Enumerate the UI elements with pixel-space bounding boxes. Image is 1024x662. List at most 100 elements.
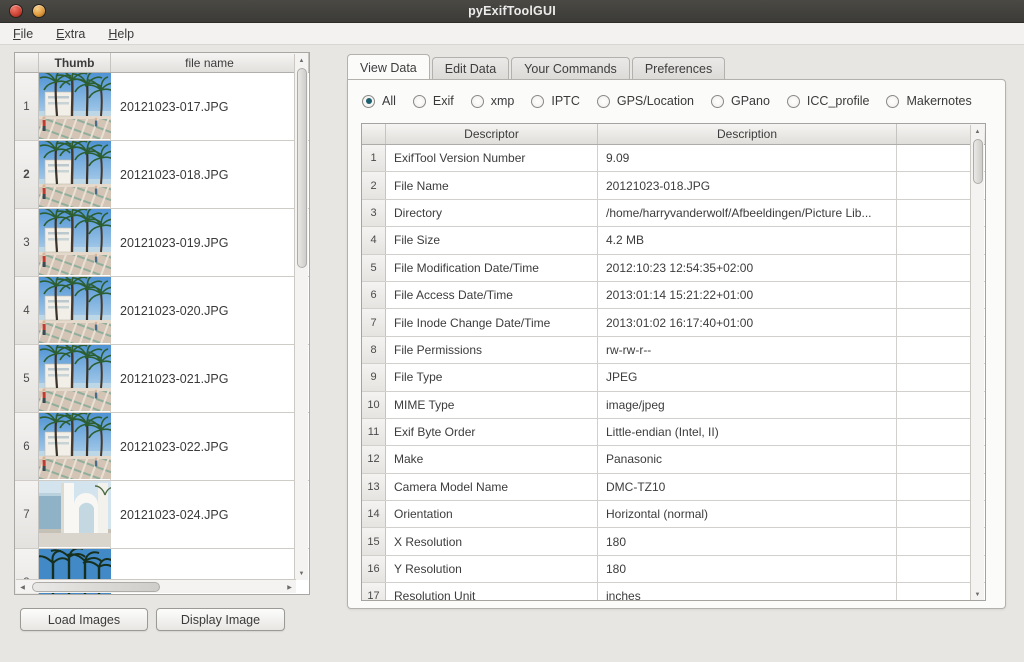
column-header-description[interactable]: Description [598,124,897,144]
radio-icon [471,95,484,108]
descriptor-cell: ExifTool Version Number [386,145,598,171]
window-title: pyExifToolGUI [0,4,1024,18]
exif-row-2[interactable]: 2 File Name 20121023-018.JPG [362,172,985,199]
header-corner [362,124,386,144]
exif-row-10[interactable]: 10 MIME Type image/jpeg [362,392,985,419]
scroll-left-icon[interactable]: ◀ [17,581,28,594]
exif-row-6[interactable]: 6 File Access Date/Time 2013:01:14 15:21… [362,282,985,309]
filename-label: 20121023-018.JPG [111,141,309,208]
radio-all[interactable]: All [362,94,396,108]
radio-gps-location[interactable]: GPS/Location [597,94,694,108]
image-row-1[interactable]: 1 20121023-017.JPG [15,73,309,141]
scrollbar-thumb[interactable] [973,139,983,184]
filename-label: 20121023-020.JPG [111,277,309,344]
menu-file[interactable]: File [3,25,43,43]
radio-exif[interactable]: Exif [413,94,454,108]
exif-table-vertical-scrollbar[interactable]: ▲ ▼ [970,125,984,601]
scroll-down-icon[interactable]: ▼ [971,589,984,600]
radio-selected-icon [362,95,375,108]
tab-your-commands[interactable]: Your Commands [511,57,630,79]
thumbnail-beach-promenade-icon [39,141,111,208]
exif-table-header: Descriptor Description [362,124,985,145]
description-cell: image/jpeg [598,392,897,418]
thumbnail-beach-promenade-icon [39,413,111,480]
filename-label: 20121023-019.JPG [111,209,309,276]
column-header-thumb[interactable]: Thumb [39,53,111,72]
exif-row-11[interactable]: 11 Exif Byte Order Little-endian (Intel,… [362,419,985,446]
filename-label: 20121023-022.JPG [111,413,309,480]
image-row-2-selected[interactable]: 2 20121023-018.JPG [15,141,309,209]
exif-row-1[interactable]: 1 ExifTool Version Number 9.09 [362,145,985,172]
close-window-icon[interactable] [9,4,23,18]
exif-row-3[interactable]: 3 Directory /home/harryvanderwolf/Afbeel… [362,200,985,227]
description-cell: 20121023-018.JPG [598,172,897,198]
image-row-5[interactable]: 5 20121023-021.JPG [15,345,309,413]
exif-row-5[interactable]: 5 File Modification Date/Time 2012:10:23… [362,255,985,282]
image-row-7[interactable]: 7 20121023-024.JPG [15,481,309,549]
image-list-panel: Thumb file name 1 20121023-017.JPG 2 201… [14,52,310,595]
exif-row-13[interactable]: 13 Camera Model Name DMC-TZ10 [362,474,985,501]
description-cell: JPEG [598,364,897,390]
radio-xmp[interactable]: xmp [471,94,515,108]
thumbnail-beach-promenade-icon [39,345,111,412]
exif-row-7[interactable]: 7 File Inode Change Date/Time 2013:01:02… [362,309,985,336]
exif-row-4[interactable]: 4 File Size 4.2 MB [362,227,985,254]
titlebar: pyExifToolGUI [0,0,1024,23]
column-header-filename[interactable]: file name [111,53,309,72]
radio-icon [531,95,544,108]
exif-row-12[interactable]: 12 Make Panasonic [362,446,985,473]
radio-icon [886,95,899,108]
radio-gpano[interactable]: GPano [711,94,770,108]
exif-row-17[interactable]: 17 Resolution Unit inches [362,583,985,601]
scroll-up-icon[interactable]: ▲ [295,55,308,66]
exif-row-14[interactable]: 14 Orientation Horizontal (normal) [362,501,985,528]
description-cell: Horizontal (normal) [598,501,897,527]
radio-iptc[interactable]: IPTC [531,94,579,108]
display-image-button[interactable]: Display Image [156,608,285,631]
radio-icon [787,95,800,108]
image-list-vertical-scrollbar[interactable]: ▲ ▼ [294,54,308,580]
description-cell: inches [598,583,897,601]
tab-edit-data[interactable]: Edit Data [432,57,509,79]
image-row-4[interactable]: 4 20121023-020.JPG [15,277,309,345]
descriptor-cell: Directory [386,200,598,226]
minimize-window-icon[interactable] [32,4,46,18]
exif-row-8[interactable]: 8 File Permissions rw-rw-r-- [362,337,985,364]
menubar: File Extra Help [0,23,1024,45]
descriptor-cell: Orientation [386,501,598,527]
tab-preferences[interactable]: Preferences [632,57,725,79]
scroll-right-icon[interactable]: ▶ [284,581,295,594]
image-row-3[interactable]: 3 20121023-019.JPG [15,209,309,277]
menu-extra[interactable]: Extra [46,25,95,43]
image-row-6[interactable]: 6 20121023-022.JPG [15,413,309,481]
view-data-pane: All Exif xmp IPTC GPS/Location GPano ICC… [347,79,1006,609]
thumbnail-beach-promenade-icon [39,277,111,344]
description-cell: 2013:01:02 16:17:40+01:00 [598,309,897,335]
tab-view-data[interactable]: View Data [347,54,430,79]
column-header-descriptor[interactable]: Descriptor [386,124,598,144]
exif-row-9[interactable]: 9 File Type JPEG [362,364,985,391]
scroll-down-icon[interactable]: ▼ [295,568,308,579]
scrollbar-thumb[interactable] [32,582,160,592]
thumbnail-beach-promenade-icon [39,209,111,276]
load-images-button[interactable]: Load Images [20,608,148,631]
description-cell: 180 [598,556,897,582]
scrollbar-thumb[interactable] [297,68,307,268]
exif-row-15[interactable]: 15 X Resolution 180 [362,528,985,555]
descriptor-cell: X Resolution [386,528,598,554]
radio-icc-profile[interactable]: ICC_profile [787,94,870,108]
description-cell: 2013:01:14 15:21:22+01:00 [598,282,897,308]
menu-help[interactable]: Help [98,25,144,43]
description-cell: DMC-TZ10 [598,474,897,500]
radio-makernotes[interactable]: Makernotes [886,94,971,108]
metadata-filter-radios: All Exif xmp IPTC GPS/Location GPano ICC… [362,94,989,108]
description-cell: 4.2 MB [598,227,897,253]
descriptor-cell: Exif Byte Order [386,419,598,445]
descriptor-cell: Resolution Unit [386,583,598,601]
exif-row-16[interactable]: 16 Y Resolution 180 [362,556,985,583]
radio-icon [597,95,610,108]
description-cell: rw-rw-r-- [598,337,897,363]
scroll-up-icon[interactable]: ▲ [971,126,984,137]
description-cell: Little-endian (Intel, II) [598,419,897,445]
image-list-horizontal-scrollbar[interactable]: ◀ ▶ [16,579,296,593]
